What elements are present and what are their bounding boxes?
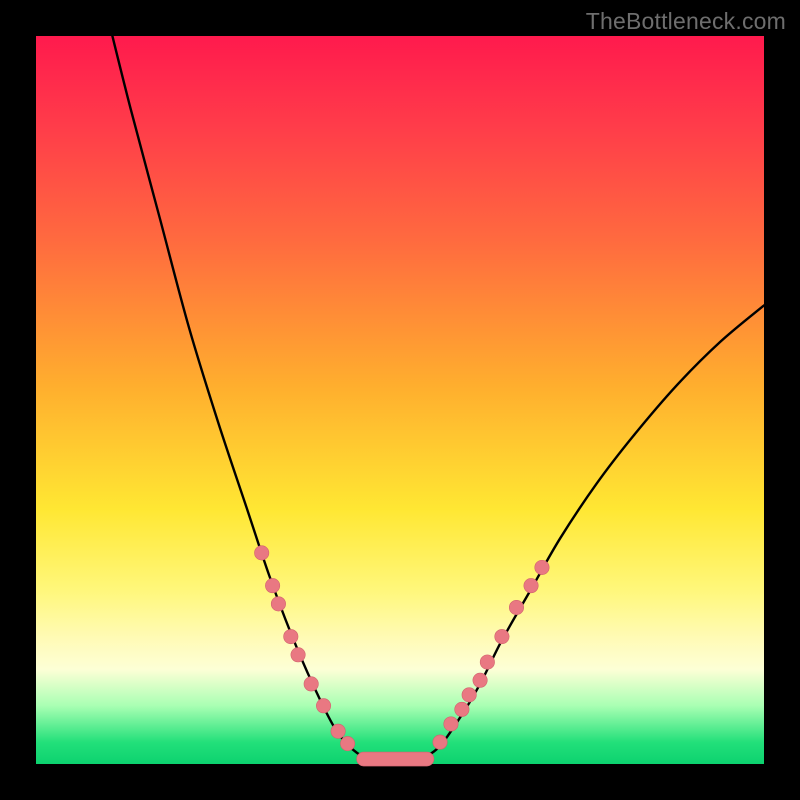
data-marker [284, 629, 298, 643]
watermark-text: TheBottleneck.com [586, 8, 786, 35]
data-marker [462, 688, 476, 702]
data-marker [271, 597, 285, 611]
chart-frame: TheBottleneck.com [0, 0, 800, 800]
data-marker [524, 578, 538, 592]
data-marker [304, 677, 318, 691]
data-marker [433, 735, 447, 749]
data-marker [316, 699, 330, 713]
data-marker [509, 600, 523, 614]
bottleneck-curve [109, 21, 764, 760]
data-marker [331, 724, 345, 738]
data-marker [444, 717, 458, 731]
data-marker [480, 655, 494, 669]
data-marker [340, 736, 354, 750]
bottleneck-curve-svg [36, 36, 764, 764]
data-marker-bar [357, 752, 434, 766]
data-marker [473, 673, 487, 687]
data-markers [254, 546, 549, 766]
data-marker [535, 560, 549, 574]
data-marker [455, 702, 469, 716]
data-marker [495, 629, 509, 643]
plot-area [36, 36, 764, 764]
data-marker [291, 648, 305, 662]
data-marker [254, 546, 268, 560]
data-marker [265, 578, 279, 592]
